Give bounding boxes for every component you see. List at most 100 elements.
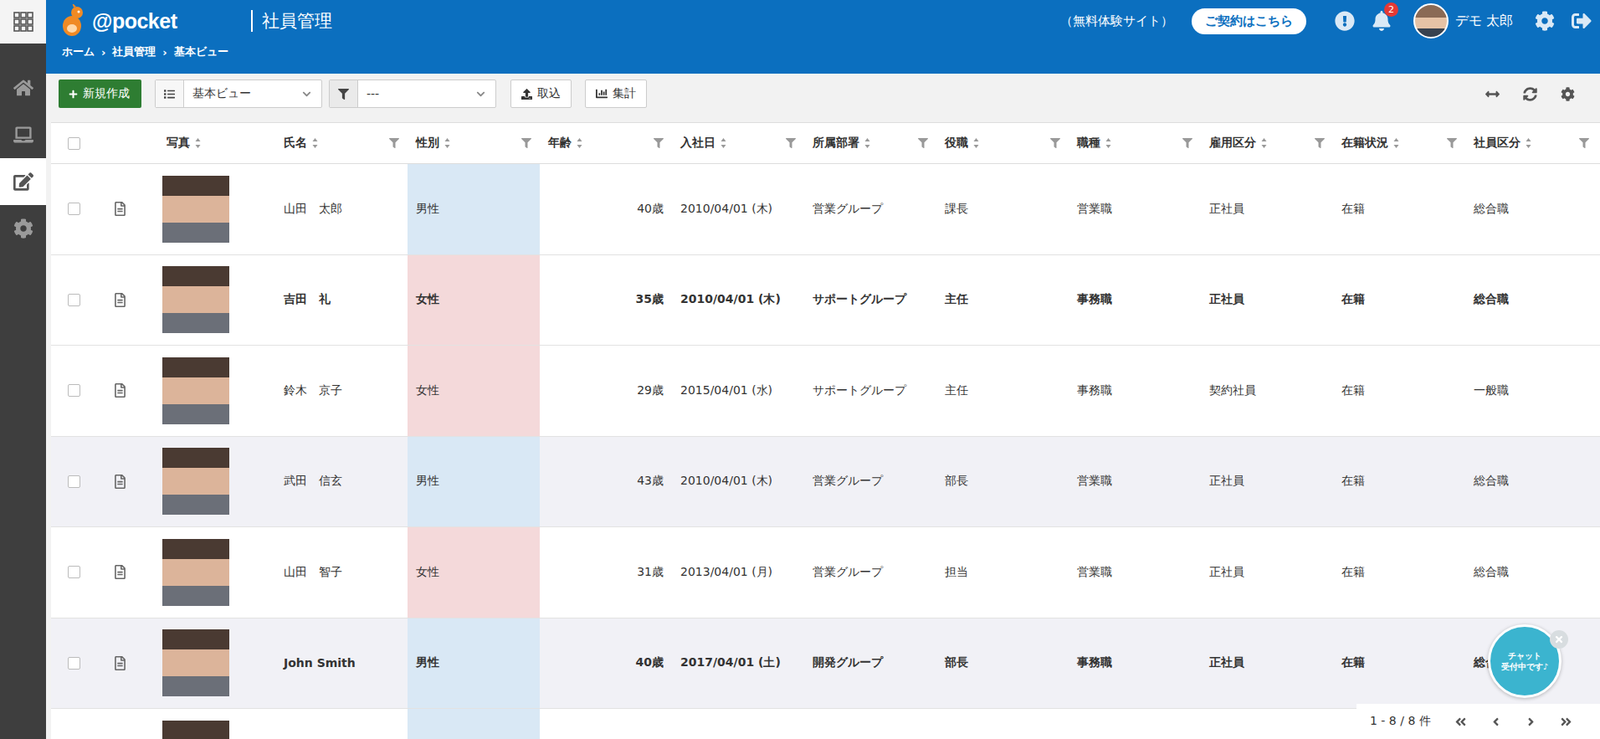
new-button[interactable]: 新規作成 <box>58 79 142 108</box>
chat-close-button[interactable] <box>1549 630 1569 649</box>
filter-select[interactable]: --- <box>328 79 497 108</box>
column-filter-icon[interactable] <box>917 138 929 149</box>
column-filter-icon[interactable] <box>1314 138 1325 149</box>
row-checkbox[interactable] <box>67 565 81 579</box>
row-checkbox[interactable] <box>67 475 81 488</box>
header-cell[interactable]: 社員区分 <box>1465 123 1598 164</box>
header-label: 職種 <box>1076 135 1101 151</box>
column-filter-icon[interactable] <box>653 138 664 149</box>
sidebar-item[interactable] <box>0 158 47 206</box>
settings-button[interactable] <box>1526 10 1564 31</box>
table-cell: 在籍 <box>1333 618 1466 709</box>
checkbox-cell <box>51 164 98 255</box>
last-page-button[interactable] <box>1553 707 1580 735</box>
header-cell[interactable]: 在籍状況 <box>1333 123 1466 164</box>
row-checkbox[interactable] <box>67 293 81 307</box>
sidebar-item[interactable] <box>0 64 47 112</box>
header-cell[interactable]: 写真 <box>143 123 276 164</box>
document-icon[interactable] <box>112 474 128 489</box>
next-page-button[interactable] <box>1517 707 1545 735</box>
row-checkbox[interactable] <box>67 202 81 216</box>
table-cell: 開発グループ <box>804 618 937 709</box>
sort-icon[interactable] <box>444 137 451 149</box>
sort-icon[interactable] <box>312 137 318 149</box>
user-avatar <box>1413 3 1449 39</box>
table-row[interactable]: 山田 智子女性31歳2013/04/01 (月)営業グループ担当営業職正社員在籍… <box>51 527 1600 619</box>
prev-page-button[interactable] <box>1482 707 1510 735</box>
table-cell: 営業職 <box>1068 164 1201 255</box>
sort-icon[interactable] <box>1525 137 1532 149</box>
logo[interactable]: @pocket <box>58 4 252 38</box>
sort-icon[interactable] <box>1261 137 1267 149</box>
logout-button[interactable] <box>1563 10 1600 31</box>
gender-cell: 男性 <box>407 164 540 255</box>
table-settings-icon[interactable] <box>1560 87 1575 102</box>
summary-button[interactable]: 集計 <box>584 79 647 108</box>
table-row[interactable]: 吉田 礼女性35歳2010/04/01 (木)サポートグループ主任事務職正社員在… <box>51 255 1600 347</box>
app-grid-icon[interactable] <box>13 11 34 32</box>
header-cell[interactable]: 氏名 <box>275 123 408 164</box>
sort-icon[interactable] <box>194 137 201 149</box>
table-row[interactable]: 武田 信玄男性43歳2010/04/01 (木)営業グループ部長営業職正社員在籍… <box>51 436 1600 529</box>
table-cell: 営業グループ <box>804 527 937 618</box>
document-icon[interactable] <box>112 383 128 398</box>
header-cell[interactable]: 役職 <box>936 123 1069 164</box>
notification-button[interactable]: 2 <box>1363 10 1400 31</box>
row-checkbox[interactable] <box>67 384 81 397</box>
column-filter-icon[interactable] <box>1446 138 1457 149</box>
table-cell: 事務職 <box>1068 345 1201 436</box>
first-page-button[interactable] <box>1447 707 1475 735</box>
header-cell[interactable]: 入社日 <box>671 123 805 164</box>
sort-icon[interactable] <box>1393 137 1400 149</box>
column-filter-icon[interactable] <box>1050 138 1061 149</box>
table-cell: 営業職 <box>1068 527 1201 618</box>
sidebar-item[interactable] <box>0 111 47 159</box>
sort-icon[interactable] <box>576 137 583 149</box>
table-cell: 武田 信玄 <box>275 436 408 528</box>
sort-icon[interactable] <box>973 137 980 149</box>
header-cell[interactable]: 所属部署 <box>804 123 937 164</box>
select-all-checkbox[interactable] <box>67 137 81 150</box>
sort-icon[interactable] <box>720 137 727 149</box>
table-row[interactable]: John Smith男性40歳2017/04/01 (土)開発グループ部長事務職… <box>51 618 1600 710</box>
column-filter-icon[interactable] <box>1182 138 1193 149</box>
column-filter-icon[interactable] <box>785 138 796 149</box>
table-cell: 事務職 <box>1068 618 1201 709</box>
table-cell: 35歳 <box>539 255 672 346</box>
refresh-icon[interactable] <box>1523 87 1538 102</box>
header-cell[interactable]: 性別 <box>407 123 540 164</box>
sort-icon[interactable] <box>864 137 871 149</box>
breadcrumb-item[interactable]: 基本ビュー <box>174 44 229 60</box>
table-cell <box>671 708 805 739</box>
table-cell: 正社員 <box>1200 164 1334 255</box>
app-menu-button[interactable] <box>0 0 47 44</box>
row-checkbox[interactable] <box>67 656 81 670</box>
user-menu[interactable]: デモ 太郎 <box>1413 3 1513 39</box>
document-icon[interactable] <box>112 201 128 216</box>
breadcrumb-item[interactable]: ホーム <box>61 44 95 60</box>
column-filter-icon[interactable] <box>521 138 532 149</box>
info-button[interactable] <box>1326 10 1364 31</box>
column-width-icon[interactable] <box>1485 87 1500 102</box>
header-cell[interactable]: 雇用区分 <box>1200 123 1334 164</box>
sort-icon[interactable] <box>1105 137 1112 149</box>
table-cell: John Smith <box>275 618 408 709</box>
table-row[interactable]: 山田 太郎男性40歳2010/04/01 (木)営業グループ課長営業職正社員在籍… <box>51 164 1600 256</box>
header: @pocket社員管理（無料体験サイト）ご契約はこちら2デモ 太郎ホーム›社員管… <box>46 0 1600 74</box>
checkbox-cell <box>51 345 98 436</box>
document-icon[interactable] <box>112 656 128 671</box>
column-filter-icon[interactable] <box>389 138 400 149</box>
header-cell[interactable]: 職種 <box>1068 123 1201 164</box>
header-cell[interactable]: 年齢 <box>539 123 672 164</box>
document-icon[interactable] <box>112 564 128 580</box>
import-button[interactable]: 取込 <box>510 79 572 108</box>
table-row[interactable]: 鈴木 京子女性29歳2015/04/01 (水)サポートグループ主任事務職契約社… <box>51 345 1600 437</box>
sidebar-item[interactable] <box>0 205 47 252</box>
view-select[interactable]: 基本ビュー <box>154 79 323 108</box>
breadcrumb-item[interactable]: 社員管理 <box>112 44 156 60</box>
table-cell: 2010/04/01 (木) <box>671 164 805 255</box>
document-icon[interactable] <box>112 292 128 308</box>
checkbox-cell <box>51 618 98 709</box>
contract-button[interactable]: ご契約はこちら <box>1191 8 1307 35</box>
column-filter-icon[interactable] <box>1579 138 1590 149</box>
